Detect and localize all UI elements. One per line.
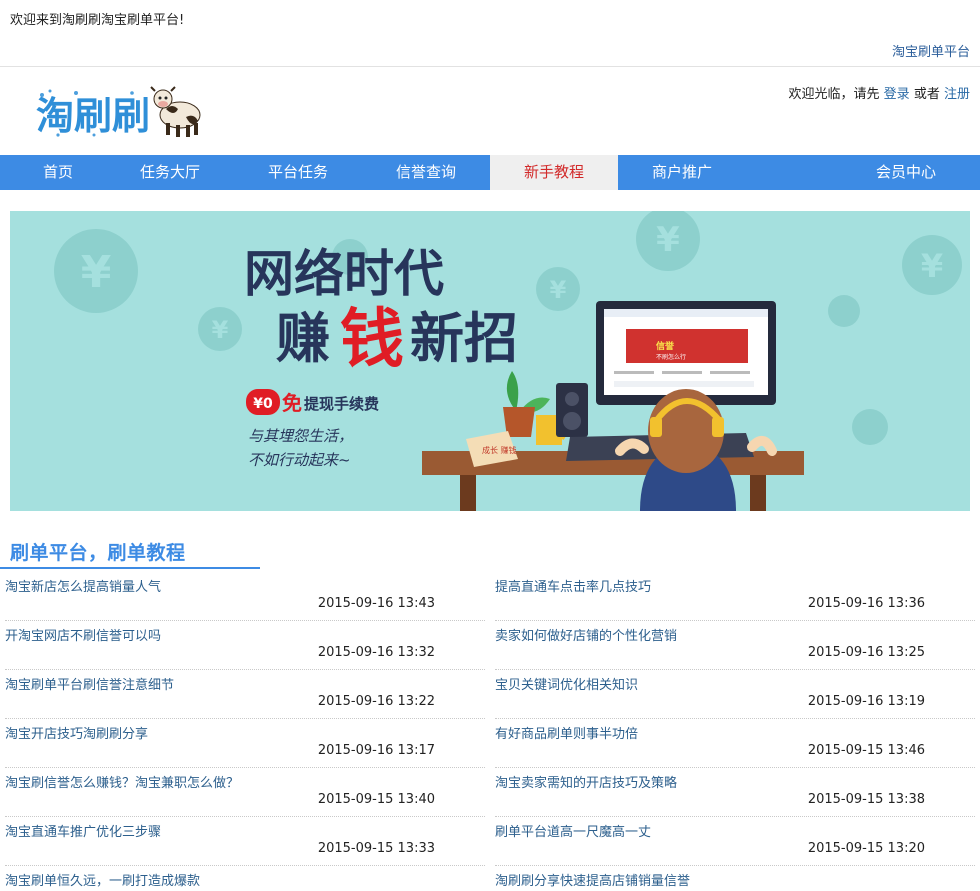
site-logo[interactable]: 淘刷刷 <box>36 85 206 139</box>
article-date: 2015-09-16 13:43 <box>317 596 435 611</box>
svg-text:¥: ¥ <box>656 220 680 260</box>
banner-headline-1: 网络时代 <box>244 245 444 303</box>
promo-banner[interactable]: ¥ ¥ ¥ ¥ ¥ 网络时代 赚 钱 新招 ¥0 免 提现手续费 与其埋怨生活，… <box>10 211 970 511</box>
article-date: 2015-09-16 13:32 <box>317 645 435 660</box>
article-date: 2015-09-16 13:17 <box>317 743 435 758</box>
article-link[interactable]: 刷单平台道高一尺魔高一丈 <box>495 821 651 840</box>
article-date: 2015-09-16 13:25 <box>807 645 925 660</box>
list-item: 淘宝卖家需知的开店技巧及策略 2015-09-15 13:38 <box>495 768 975 817</box>
article-link[interactable]: 开淘宝网店不刷信誉可以吗 <box>5 625 161 644</box>
article-link[interactable]: 有好商品刷单则事半功倍 <box>495 723 638 742</box>
fee-free-text: 免 <box>282 391 302 415</box>
or-text: 或者 <box>913 87 940 102</box>
user-prefix-text: 欢迎光临，请先 <box>788 87 880 102</box>
article-link[interactable]: 卖家如何做好店铺的个性化营销 <box>495 625 677 644</box>
list-item: 提高直通车点击率几点技巧 2015-09-16 13:36 <box>495 572 975 621</box>
article-date: 2015-09-15 13:33 <box>317 841 435 856</box>
banner-headline-2c: 新招 <box>410 307 518 370</box>
nav-item-merchant-promo[interactable]: 商户推广 <box>618 155 746 190</box>
user-login-box: 欢迎光临，请先 登录 或者 注册 <box>789 83 970 102</box>
list-item: 淘宝直通车推广优化三步骤 2015-09-15 13:33 <box>5 817 485 866</box>
list-item: 卖家如何做好店铺的个性化营销 2015-09-16 13:25 <box>495 621 975 670</box>
banner-slogan-2: 不如行动起来~ <box>248 451 351 469</box>
list-item: 开淘宝网店不刷信誉可以吗 2015-09-16 13:32 <box>5 621 485 670</box>
article-link[interactable]: 宝贝关键词优化相关知识 <box>495 674 638 693</box>
banner-headline-2b: 钱 <box>340 303 404 377</box>
article-date: 2015-09-16 13:22 <box>317 694 435 709</box>
article-link[interactable]: 淘宝刷单恒久远，一刷打造成爆款 <box>5 870 200 889</box>
article-link[interactable]: 淘宝直通车推广优化三步骤 <box>5 821 161 840</box>
article-date: 2015-09-15 13:20 <box>807 841 925 856</box>
svg-text:¥: ¥ <box>81 247 112 298</box>
welcome-text: 欢迎来到淘刷刷淘宝刷单平台! <box>10 13 185 28</box>
article-link[interactable]: 淘宝刷信誉怎么赚钱？淘宝兼职怎么做？ <box>5 772 239 791</box>
site-header: 淘刷刷 欢迎光临，请先 登录 或者 注册 <box>0 67 980 155</box>
article-date: 2015-09-16 13:36 <box>807 596 925 611</box>
nav-item-member-center[interactable]: 会员中心 <box>842 155 970 190</box>
nav-item-platform-tasks[interactable]: 平台任务 <box>234 155 362 190</box>
fee-badge-text: ¥0 <box>253 396 273 412</box>
list-item: 淘宝新店怎么提高销量人气 2015-09-16 13:43 <box>5 572 485 621</box>
register-link[interactable]: 注册 <box>944 87 970 102</box>
article-list-left: 淘宝新店怎么提高销量人气 2015-09-16 13:43 开淘宝网店不刷信誉可… <box>5 572 485 891</box>
article-link[interactable]: 提高直通车点击率几点技巧 <box>495 576 651 595</box>
list-item: 淘宝刷单恒久远，一刷打造成爆款 <box>5 866 485 891</box>
screen-ad-1: 信誉 <box>656 340 675 352</box>
login-link[interactable]: 登录 <box>884 87 910 102</box>
section-underline <box>0 567 260 569</box>
top-platform-link[interactable]: 淘宝刷单平台 <box>892 41 970 60</box>
article-date: 2015-09-15 13:46 <box>807 743 925 758</box>
cow-mascot-icon <box>150 86 201 137</box>
list-item: 有好商品刷单则事半功倍 2015-09-15 13:46 <box>495 719 975 768</box>
top-bar: 欢迎来到淘刷刷淘宝刷单平台! 淘宝刷单平台 <box>0 0 980 67</box>
list-item: 宝贝关键词优化相关知识 2015-09-16 13:19 <box>495 670 975 719</box>
article-link[interactable]: 淘宝卖家需知的开店技巧及策略 <box>495 772 677 791</box>
screen-ad-2: 不刷怎么行 <box>656 353 686 361</box>
article-date: 2015-09-16 13:19 <box>807 694 925 709</box>
note-text: 成长 赚钱 <box>482 445 517 455</box>
article-link[interactable]: 淘宝刷单平台刷信誉注意细节 <box>5 674 174 693</box>
nav-item-tutorial[interactable]: 新手教程 <box>490 155 618 190</box>
article-link[interactable]: 淘宝新店怎么提高销量人气 <box>5 576 161 595</box>
banner-slogan-1: 与其埋怨生活， <box>248 427 353 445</box>
article-date: 2015-09-15 13:38 <box>807 792 925 807</box>
svg-text:¥: ¥ <box>921 247 943 285</box>
list-item: 淘宝刷信誉怎么赚钱？淘宝兼职怎么做？ 2015-09-15 13:40 <box>5 768 485 817</box>
svg-text:¥: ¥ <box>550 276 567 304</box>
section-title: 刷单平台，刷单教程 <box>10 542 186 564</box>
nav-item-credit-query[interactable]: 信誉查询 <box>362 155 490 190</box>
list-item: 淘刷刷分享快速提高店铺销量信誉 <box>495 866 975 891</box>
article-list-right: 提高直通车点击率几点技巧 2015-09-16 13:36 卖家如何做好店铺的个… <box>495 572 975 891</box>
article-link[interactable]: 淘刷刷分享快速提高店铺销量信誉 <box>495 870 690 889</box>
article-link[interactable]: 淘宝开店技巧淘刷刷分享 <box>5 723 148 742</box>
main-nav: 首页 任务大厅 平台任务 信誉查询 新手教程 商户推广 会员中心 <box>0 155 980 190</box>
nav-item-home[interactable]: 首页 <box>0 155 122 190</box>
fee-text: 提现手续费 <box>304 395 379 413</box>
list-item: 淘宝开店技巧淘刷刷分享 2015-09-16 13:17 <box>5 719 485 768</box>
logo-text: 淘刷刷 <box>36 94 150 138</box>
list-item: 淘宝刷单平台刷信誉注意细节 2015-09-16 13:22 <box>5 670 485 719</box>
section-header: 刷单平台，刷单教程 <box>0 536 980 570</box>
nav-item-task-hall[interactable]: 任务大厅 <box>106 155 234 190</box>
list-item: 刷单平台道高一尺魔高一丈 2015-09-15 13:20 <box>495 817 975 866</box>
banner-headline-2a: 赚 <box>276 307 330 370</box>
article-date: 2015-09-15 13:40 <box>317 792 435 807</box>
svg-text:¥: ¥ <box>212 316 229 344</box>
